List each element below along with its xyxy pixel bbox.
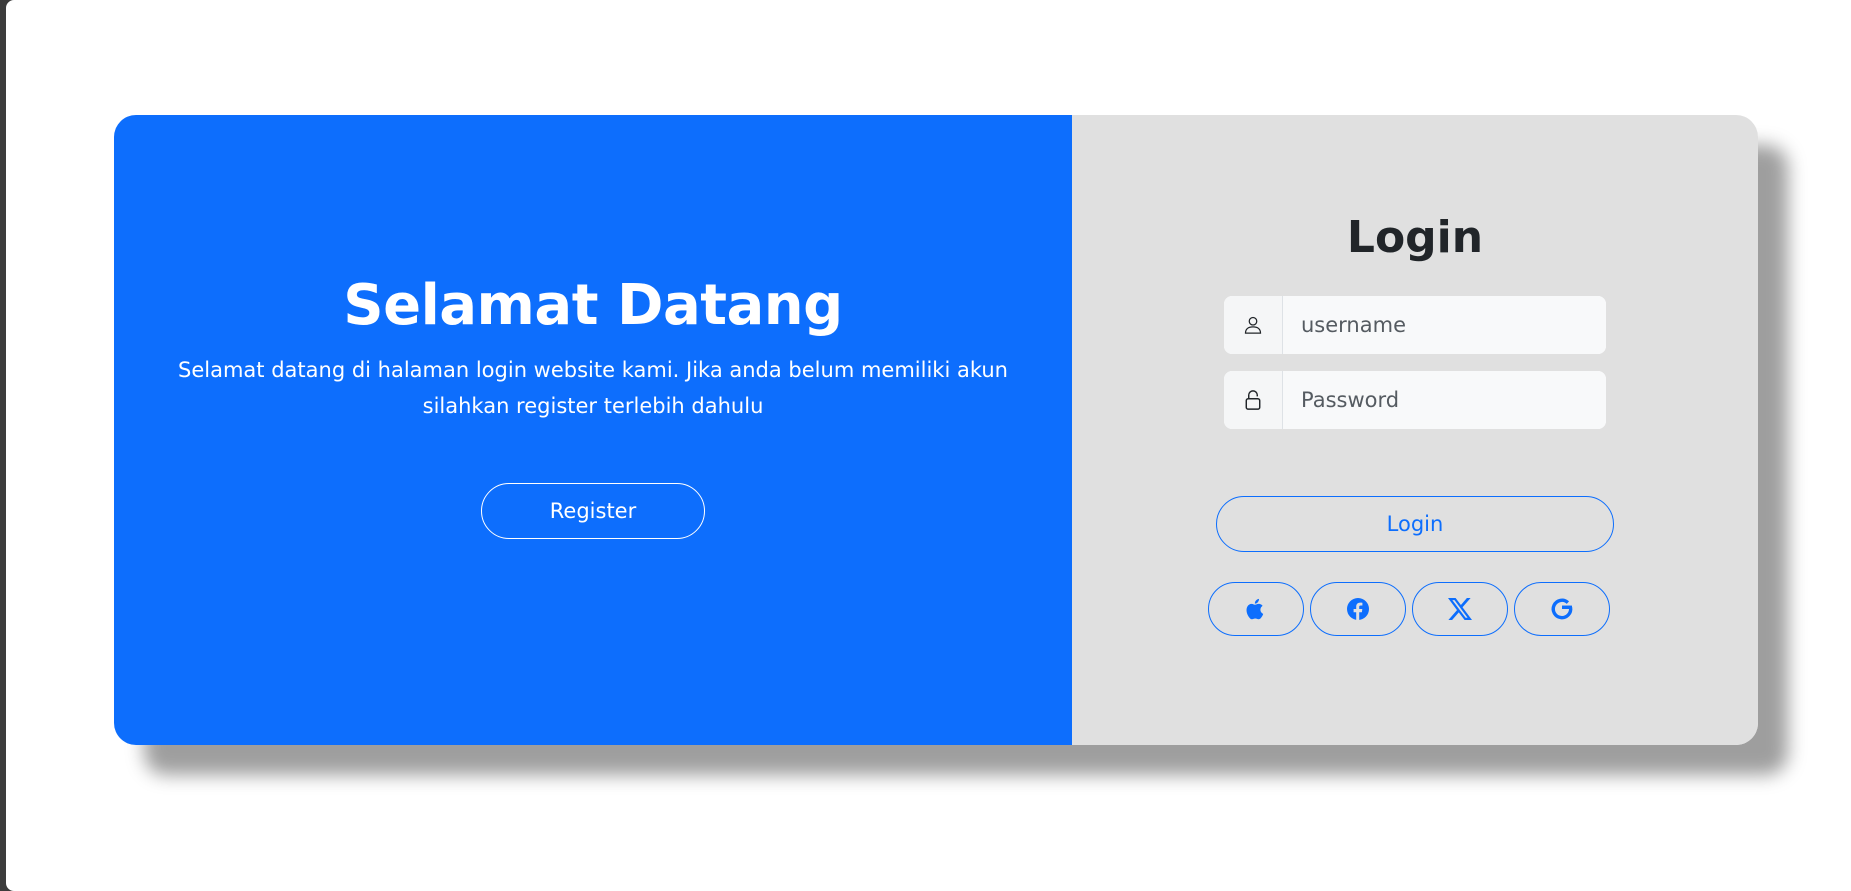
login-title: Login (1346, 212, 1484, 263)
register-button[interactable]: Register (481, 483, 705, 539)
x-twitter-icon (1448, 598, 1472, 620)
password-input-group (1224, 371, 1606, 429)
username-input[interactable] (1283, 296, 1606, 354)
welcome-description: Selamat datang di halaman login website … (178, 358, 1008, 418)
username-input-group (1224, 296, 1606, 354)
facebook-icon (1346, 597, 1370, 621)
auth-card: Selamat Datang Selamat datang di halaman… (114, 115, 1758, 745)
google-login-button[interactable] (1514, 582, 1610, 636)
google-icon (1550, 597, 1574, 621)
password-input[interactable] (1283, 371, 1606, 429)
login-button[interactable]: Login (1216, 496, 1614, 552)
apple-login-button[interactable] (1208, 582, 1304, 636)
x-login-button[interactable] (1412, 582, 1508, 636)
lock-icon (1224, 371, 1283, 429)
welcome-panel: Selamat Datang Selamat datang di halaman… (114, 115, 1072, 745)
person-icon (1224, 296, 1283, 354)
welcome-title: Selamat Datang (343, 273, 843, 338)
login-panel: Login Login (1072, 115, 1758, 745)
social-login-row (1208, 582, 1612, 636)
page-background: Selamat Datang Selamat datang di halaman… (6, 0, 1851, 891)
facebook-login-button[interactable] (1310, 582, 1406, 636)
apple-icon (1244, 596, 1268, 622)
